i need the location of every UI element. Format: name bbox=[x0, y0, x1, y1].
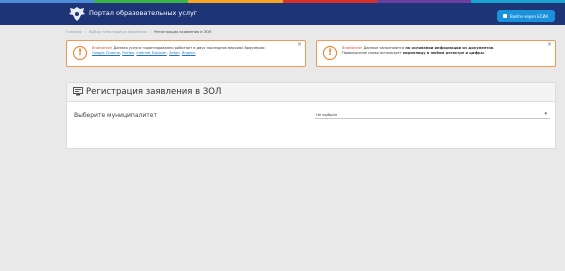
close-icon[interactable]: × bbox=[547, 41, 552, 48]
data-entry-alert: ! Внимание! Данные заполняются на основа… bbox=[316, 40, 556, 67]
eagle-emblem-icon[interactable] bbox=[67, 5, 87, 23]
top-header: Портал образовательных услуг Войти через… bbox=[0, 3, 565, 25]
portal-title[interactable]: Портал образовательных услуг bbox=[89, 9, 197, 17]
esia-login-button[interactable]: Войти через ЕСИА bbox=[497, 10, 555, 22]
municipality-select-value: Не выбран bbox=[316, 112, 338, 117]
form-icon bbox=[73, 87, 83, 96]
breadcrumb-home[interactable]: Главная bbox=[66, 30, 82, 34]
chevron-down-icon: ▾ bbox=[544, 111, 547, 117]
user-icon bbox=[503, 14, 507, 18]
breadcrumb-separator-icon: › bbox=[84, 30, 86, 34]
browser-support-alert: ! Внимание! Данная услуга гарантированно… bbox=[66, 40, 306, 67]
close-icon[interactable]: × bbox=[297, 41, 302, 48]
login-button-label: Войти через ЕСИА bbox=[510, 13, 549, 19]
alert-text: Внимание! Данная услуга гарантированно р… bbox=[92, 46, 266, 55]
breadcrumb-current: Регистрация заявления в ЗОЛ bbox=[154, 30, 212, 34]
alert-text: Внимание! Данные заполняются на основани… bbox=[342, 46, 495, 55]
breadcrumb: Главная › Выбор типа подачи заявления › … bbox=[66, 30, 212, 34]
link-yandex[interactable]: Яндекс bbox=[182, 51, 196, 55]
warning-icon: ! bbox=[73, 46, 87, 60]
municipality-label: Выберите муниципалитет bbox=[74, 112, 157, 119]
link-ie[interactable]: Internet Explorer bbox=[136, 51, 166, 55]
breadcrumb-separator-icon: › bbox=[149, 30, 152, 34]
page-title: Регистрация заявления в ЗОЛ bbox=[86, 87, 222, 97]
municipality-select[interactable]: Не выбран ▾ bbox=[315, 109, 550, 119]
link-chrome[interactable]: Google Chrome bbox=[92, 51, 120, 55]
link-safari[interactable]: Safari bbox=[169, 51, 179, 55]
breadcrumb-choose-type[interactable]: Выбор типа подачи заявления bbox=[89, 30, 147, 34]
link-firefox[interactable]: Firefox bbox=[122, 51, 134, 55]
card-header: Регистрация заявления в ЗОЛ bbox=[67, 83, 555, 102]
registration-card: Регистрация заявления в ЗОЛ Выберите мун… bbox=[66, 82, 556, 149]
warning-icon: ! bbox=[323, 46, 337, 60]
